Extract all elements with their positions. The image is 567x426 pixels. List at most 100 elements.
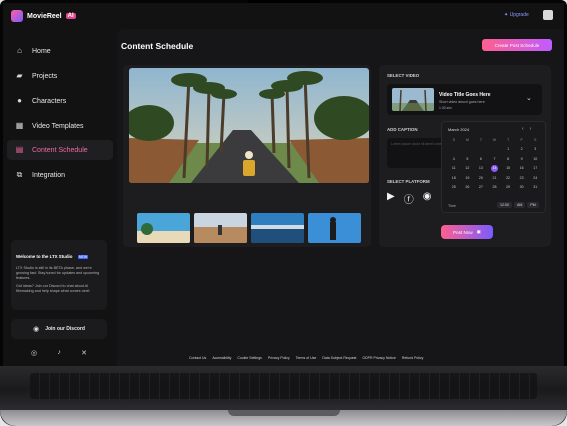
youtube-icon[interactable]: ▶ [387, 191, 395, 206]
weekday-label: S [534, 137, 537, 142]
sidebar-item-video-templates[interactable]: ▦ Video Templates [7, 116, 113, 136]
grid-icon: ▦ [15, 121, 24, 130]
calendar-day[interactable]: 11 [447, 165, 461, 172]
footer-link[interactable]: GDPR Privacy Notice [362, 356, 395, 360]
calendar-day[interactable]: 19 [461, 174, 475, 181]
next-month-icon[interactable]: › [530, 126, 538, 132]
video-preview-image[interactable] [129, 68, 369, 183]
promo-text: LTX Studio is still in its BETA phase, a… [16, 266, 100, 280]
new-badge: NEW [77, 255, 89, 259]
calendar-day[interactable]: 9 [515, 155, 529, 162]
sidebar-item-home[interactable]: ⌂ Home [7, 41, 113, 61]
page-title: Content Schedule [121, 41, 194, 51]
tiktok-icon[interactable]: ♪ [57, 349, 61, 357]
footer-link[interactable]: Accessibility [212, 356, 231, 360]
calendar-day[interactable]: 22 [501, 174, 515, 181]
calendar-day[interactable]: 8 [501, 155, 515, 162]
calendar-day[interactable]: 31 [528, 184, 542, 191]
thumbnail-beach[interactable] [137, 213, 190, 243]
instagram-icon[interactable]: ◎ [31, 349, 37, 357]
prev-month-icon[interactable]: ‹ [522, 126, 530, 132]
footer-link[interactable]: Terms of Use [296, 356, 317, 360]
calendar-day[interactable]: 25 [447, 184, 461, 191]
calendar-day[interactable]: 20 [474, 174, 488, 181]
select-video-label: SELECT VIDEO [387, 73, 420, 78]
laptop-frame: MovieReel AI ✦ Upgrade ⌂ Home ▰ Projects… [0, 0, 567, 426]
logo-badge: AI [65, 13, 76, 19]
thumbnail-lake[interactable] [251, 213, 304, 243]
x-icon[interactable]: ✕ [81, 349, 87, 357]
video-duration: 1:30 sec [439, 106, 452, 110]
thumbnail-desert[interactable] [194, 213, 247, 243]
calendar-day[interactable]: 16 [515, 165, 529, 172]
calendar-day[interactable]: 17 [528, 165, 542, 172]
calendar-day[interactable]: 18 [447, 174, 461, 181]
folder-icon: ▰ [16, 71, 23, 80]
calendar-empty [488, 146, 502, 153]
avatar[interactable] [543, 10, 553, 20]
calendar-empty [474, 146, 488, 153]
calendar-day[interactable]: 28 [488, 184, 502, 191]
app-logo[interactable]: MovieReel AI [11, 10, 76, 22]
sidebar-item-projects[interactable]: ▰ Projects [7, 66, 113, 86]
thumbnail-hiker[interactable] [308, 213, 361, 243]
time-input[interactable]: 12:00 [497, 202, 512, 208]
sidebar-item-label: Projects [32, 72, 58, 80]
selected-video-thumbnail [392, 88, 434, 111]
pm-toggle[interactable]: PM [527, 202, 539, 208]
sidebar-item-characters[interactable]: ● Characters [7, 91, 113, 111]
calendar-day[interactable]: 26 [461, 184, 475, 191]
calendar-empty [447, 146, 461, 153]
sidebar-item-label: Content Schedule [32, 146, 88, 154]
footer-link[interactable]: Cookie Settings [237, 356, 262, 360]
date-picker: March 2024 ‹› S M T W T F S 1 2 3 4 5 6 7 8 9 10 11 12 13 14… [441, 121, 546, 213]
calendar-day[interactable]: 1 [501, 146, 515, 153]
calendar-day[interactable]: 12 [461, 165, 475, 172]
calendar-day[interactable]: 13 [474, 165, 488, 172]
calendar-day[interactable]: 10 [528, 155, 542, 162]
video-select-dropdown[interactable]: Video Title Goes Here Short video descri… [387, 84, 542, 115]
calendar-month: March 2024 [448, 127, 470, 132]
discord-icon[interactable]: ◉ [423, 191, 432, 206]
calendar-day[interactable]: 5 [461, 155, 475, 162]
calendar-day[interactable]: 14 [490, 164, 498, 172]
calendar-day[interactable]: 4 [447, 155, 461, 162]
calendar-grid: S M T W T F S 1 2 3 4 5 6 7 8 9 10 11 12 13 14 15 16 17 18 19 20 21… [447, 136, 542, 191]
am-toggle[interactable]: AM [514, 202, 526, 208]
top-bar: MovieReel AI ✦ Upgrade [3, 3, 564, 29]
calendar-day[interactable]: 6 [474, 155, 488, 162]
calendar-day[interactable]: 29 [501, 184, 515, 191]
sidebar-item-integration[interactable]: ⧉ Integration [7, 165, 113, 185]
join-discord-button[interactable]: ◉ Join our Discord [11, 319, 107, 339]
time-label: Time [448, 204, 456, 208]
keyboard [30, 373, 537, 399]
weekday-label: F [520, 137, 523, 142]
calendar-day[interactable]: 2 [515, 146, 529, 153]
promo-heading: Welcome to the LTX Studio NEW [16, 245, 102, 263]
footer-link[interactable]: Data Subject Request [322, 356, 356, 360]
calendar-day[interactable]: 21 [488, 174, 502, 181]
sidebar-item-content-schedule[interactable]: ▤ Content Schedule [7, 140, 113, 160]
calendar-day[interactable]: 23 [515, 174, 529, 181]
footer-link[interactable]: Privacy Policy [268, 356, 290, 360]
calendar-icon: ▣ [476, 229, 481, 234]
footer-link[interactable]: Refund Policy [402, 356, 424, 360]
calendar-day[interactable]: 7 [488, 155, 502, 162]
calendar-empty [461, 146, 475, 153]
promo-text: Got ideas? Join our Discord to chat abou… [16, 284, 90, 293]
calendar-day[interactable]: 30 [515, 184, 529, 191]
logo-text: MovieReel [27, 12, 62, 20]
facebook-icon[interactable]: ⓕ [404, 191, 414, 206]
calendar-day[interactable]: 15 [501, 165, 515, 172]
calendar-day[interactable]: 24 [528, 174, 542, 181]
thumbnail-strip [137, 213, 363, 243]
footer-link[interactable]: Contact Us [189, 356, 206, 360]
create-post-schedule-button[interactable]: Create Post Schedule [482, 39, 552, 51]
post-now-button[interactable]: Post Now ▣ [441, 225, 493, 239]
calendar-icon: ▤ [15, 145, 24, 154]
calendar-day[interactable]: 3 [528, 146, 542, 153]
calendar-day[interactable]: 27 [474, 184, 488, 191]
beta-promo-card: Welcome to the LTX Studio NEW LTX Studio… [11, 240, 107, 310]
upgrade-link[interactable]: ✦ Upgrade [504, 12, 529, 18]
promo-title: Welcome to the LTX Studio [16, 254, 73, 259]
